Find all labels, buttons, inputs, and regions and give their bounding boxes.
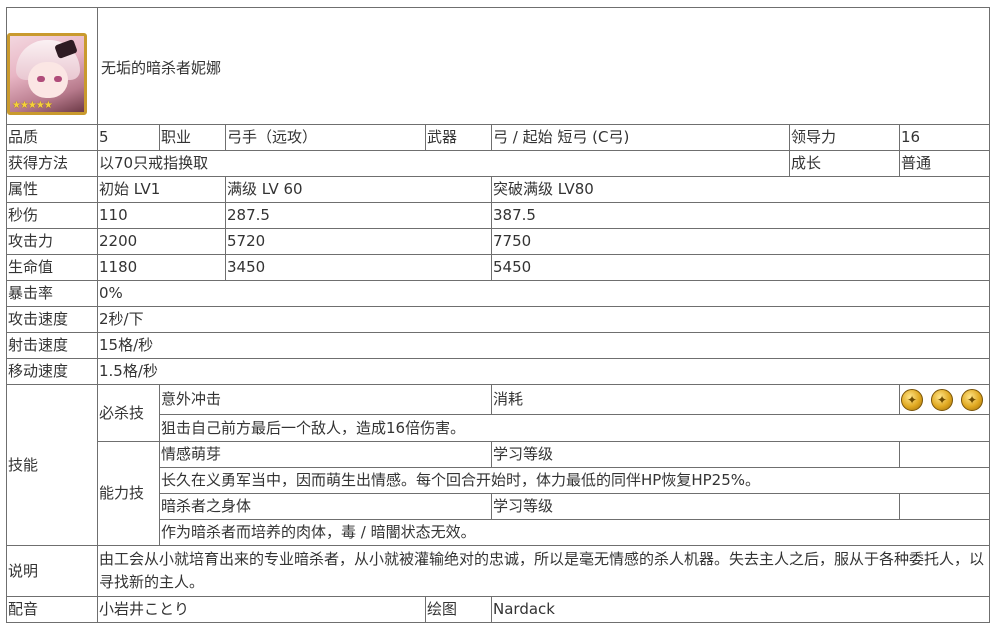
table-row: 秒伤 110 287.5 387.5: [6, 202, 991, 229]
ability-2-desc: 作为暗杀者而培养的肉体，毒 / 暗闇状态无效。: [158, 519, 991, 546]
label-leadership: 领导力: [789, 124, 900, 151]
ability-1-desc: 长久在义勇军当中，因而萌生出情感。每个回合开始时，体力最低的同伴HP恢复HP25…: [158, 467, 991, 494]
gold-coin-icon: ✦: [961, 388, 983, 411]
label-atk-speed: 攻击速度: [6, 306, 98, 333]
value-obtain: 以70只戒指换取: [97, 150, 790, 177]
hp-lv1: 1180: [97, 254, 226, 281]
label-special-skill: 必杀技: [97, 384, 160, 442]
attack-lv60: 5720: [225, 228, 492, 255]
gold-coin-icon: ✦: [931, 388, 953, 411]
ability-2-name: 暗杀者之身体: [159, 493, 492, 520]
table-row: 获得方法 以70只戒指换取 成长 普通: [6, 150, 991, 177]
ability-1-name: 情感萌芽: [159, 441, 492, 468]
table-row: 技能 必杀技 意外冲击 消耗 ✦ ✦ ✦: [6, 384, 991, 546]
value-job: 弓手（远攻）: [225, 124, 426, 151]
label-quality: 品质: [6, 124, 98, 151]
table-row: 攻击力 2200 5720 7750: [6, 228, 991, 255]
gold-coin-icon: ✦: [901, 388, 923, 411]
value-growth: 普通: [898, 150, 991, 177]
avatar-cell: [6, 7, 98, 125]
label-move-speed: 移动速度: [6, 358, 98, 385]
value-description: 由工会从小就培育出来的专业暗杀者，从小就被灌输绝对的忠诚，所以是毫无情感的杀人机…: [96, 545, 991, 597]
value-illustration: Nardack: [490, 596, 991, 623]
cost-icons: ✦ ✦ ✦: [898, 384, 991, 415]
table-row: 能力技 情感萌芽 学习等级: [7, 441, 991, 546]
label-crit: 暴击率: [6, 280, 98, 307]
character-card-table: 品质 5 职业 弓手（远攻） 武器 弓 / 起始 短弓 (C弓) 领导力 16 …: [6, 7, 991, 623]
hp-lv60: 3450: [225, 254, 492, 281]
value-shot-speed: 15格/秒: [96, 332, 991, 359]
name-cell: [96, 7, 991, 125]
label-dps: 秒伤: [6, 202, 98, 229]
ability-1-learn-value: [898, 441, 991, 468]
ability-2-learn-value: [898, 493, 991, 520]
dps-lv1: 110: [97, 202, 226, 229]
value-leadership: 16: [898, 124, 991, 151]
value-quality: 5: [97, 124, 160, 151]
value-crit: 0%: [96, 280, 991, 307]
label-attribute: 属性: [6, 176, 98, 203]
label-shot-speed: 射击速度: [6, 332, 98, 359]
table-row: 配音 小岩井ことり 绘图 Nardack: [6, 596, 991, 623]
table-row: 说明 由工会从小就培育出来的专业暗杀者，从小就被灌输绝对的忠诚，所以是毫无情感的…: [6, 545, 991, 597]
label-illustration: 绘图: [425, 596, 492, 623]
ability-2-learn-label: 学习等级: [491, 493, 900, 520]
table-row: 移动速度 1.5格/秒: [6, 358, 991, 385]
hp-lv80: 5450: [490, 254, 991, 281]
dps-lv60: 287.5: [225, 202, 492, 229]
value-voice: 小岩井ことり: [97, 596, 426, 623]
table-row: 射击速度 15格/秒: [6, 332, 991, 359]
label-weapon: 武器: [425, 124, 492, 151]
value-weapon: 弓 / 起始 短弓 (C弓): [491, 124, 790, 151]
label-job: 职业: [159, 124, 226, 151]
table-row: 属性 初始 LV1 满级 LV 60 突破满级 LV80: [6, 176, 991, 203]
label-skills: 技能: [6, 384, 98, 546]
stat-header-lv1: 初始 LV1: [97, 176, 226, 203]
dps-lv80: 387.5: [490, 202, 991, 229]
table-row: 品质 5 职业 弓手（远攻） 武器 弓 / 起始 短弓 (C弓) 领导力 16: [6, 124, 991, 151]
value-move-speed: 1.5格/秒: [96, 358, 991, 385]
header-row: [6, 7, 991, 125]
attack-lv1: 2200: [97, 228, 226, 255]
value-atk-speed: 2秒/下: [96, 306, 991, 333]
label-growth: 成长: [789, 150, 900, 177]
stat-header-lv80: 突破满级 LV80: [490, 176, 991, 203]
table-row: 生命值 1180 3450 5450: [6, 254, 991, 281]
label-description: 说明: [6, 545, 98, 597]
ability-1-learn-label: 学习等级: [491, 441, 900, 468]
attack-lv80: 7750: [490, 228, 991, 255]
stat-header-lv60: 满级 LV 60: [225, 176, 492, 203]
table-row: 攻击速度 2秒/下: [6, 306, 991, 333]
special-skill-desc: 狙击自己前方最后一个敌人，造成16倍伤害。: [158, 414, 991, 442]
table-row: 暴击率 0%: [6, 280, 991, 307]
label-voice: 配音: [6, 596, 98, 623]
special-skill-name: 意外冲击: [159, 384, 492, 415]
label-ability-skill: 能力技: [97, 441, 160, 546]
label-cost: 消耗: [491, 384, 900, 415]
label-hp: 生命值: [6, 254, 98, 281]
label-obtain: 获得方法: [6, 150, 98, 177]
label-attack: 攻击力: [6, 228, 98, 255]
